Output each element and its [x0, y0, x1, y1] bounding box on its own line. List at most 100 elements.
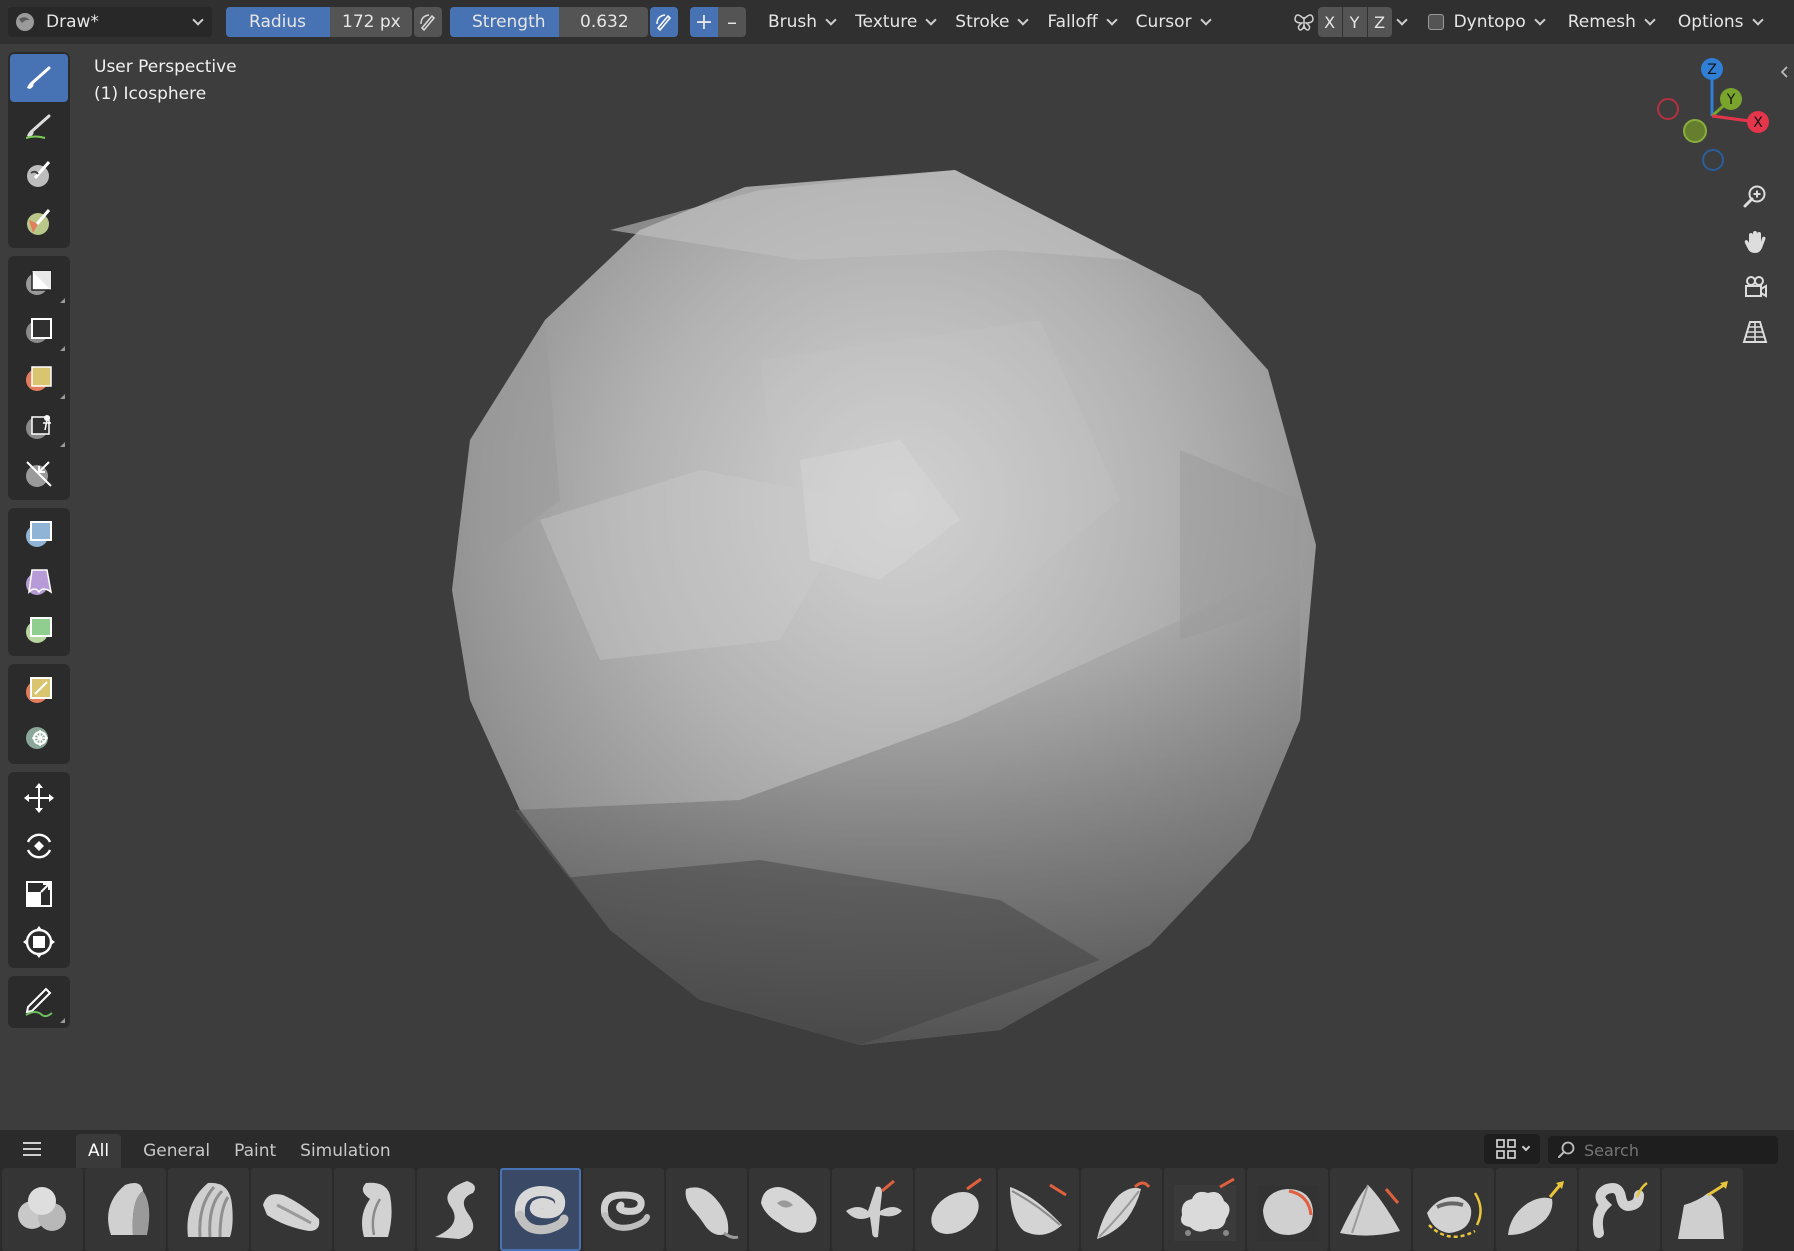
brush-thumb-flatten[interactable] — [832, 1168, 913, 1251]
strength-pressure-toggle[interactable] — [650, 7, 678, 37]
chevron-down-icon — [1644, 13, 1656, 26]
brush-thumb-elastic-deform[interactable] — [666, 1168, 747, 1251]
radius-field[interactable]: Radius 172 px — [226, 7, 412, 37]
direction-subtract-button[interactable]: – — [718, 7, 746, 37]
brush-thumb-clay-thumb[interactable] — [251, 1168, 332, 1251]
tool-rotate[interactable] — [10, 822, 68, 870]
navigation-gizmo[interactable]: Z Y X — [1648, 56, 1778, 176]
zoom-button[interactable] — [1734, 176, 1776, 218]
multires-smear-brush-icon — [1256, 1184, 1319, 1241]
symmetry-dropdown[interactable] — [1392, 7, 1412, 37]
tool-mask[interactable] — [10, 150, 68, 198]
multires-brush-icon — [1173, 1177, 1236, 1241]
mask-by-color-icon — [26, 727, 48, 749]
tab-paint[interactable]: Paint — [222, 1134, 288, 1168]
remesh-menu[interactable]: Remesh — [1558, 7, 1664, 37]
brush-thumb-pinch[interactable] — [1330, 1168, 1411, 1251]
brush-thumb-pose[interactable] — [1413, 1168, 1494, 1251]
brush-thumb-inflate[interactable] — [998, 1168, 1079, 1251]
brush-thumb-rotate[interactable] — [1496, 1168, 1577, 1251]
camera-icon — [1745, 276, 1767, 298]
brush-thumb-clay-strips[interactable] — [168, 1168, 249, 1251]
gizmo-x-label: X — [1753, 115, 1763, 131]
tool-color-filter[interactable] — [10, 606, 68, 654]
brush-thumb-multires-smear[interactable] — [1247, 1168, 1328, 1251]
tool-box-trim[interactable] — [10, 402, 68, 450]
brush-thumb-grab[interactable] — [915, 1168, 996, 1251]
tool-line-project[interactable] — [10, 450, 68, 498]
brush-selector[interactable]: Draw* — [8, 7, 212, 37]
menu-cursor[interactable]: Cursor — [1126, 7, 1220, 37]
mesh-filter-icon — [26, 521, 52, 547]
radius-pressure-toggle[interactable] — [414, 7, 442, 37]
elastic-deform-brush-icon — [685, 1186, 738, 1239]
shelf-menu-button[interactable] — [0, 1132, 64, 1166]
tool-face-set-paint[interactable] — [10, 198, 68, 246]
tool-edit-face-set[interactable] — [10, 666, 68, 714]
brush-thumb-layer[interactable] — [1081, 1168, 1162, 1251]
brush-thumb-blob[interactable] — [2, 1168, 83, 1251]
tool-box-mask[interactable] — [10, 258, 68, 306]
brush-thumb-draw[interactable] — [500, 1168, 581, 1251]
tab-simulation-label: Simulation — [300, 1141, 391, 1161]
tab-all[interactable]: All — [76, 1134, 122, 1168]
pan-button[interactable] — [1734, 221, 1776, 263]
tool-transform[interactable] — [10, 918, 68, 966]
gizmo-axis-y[interactable]: Y — [1720, 88, 1742, 110]
tool-scale[interactable] — [10, 870, 68, 918]
draw-brush-icon — [514, 1185, 568, 1234]
radius-label: Radius — [249, 12, 307, 32]
gizmo-axis-x[interactable]: X — [1747, 111, 1769, 133]
fill-brush-icon — [760, 1186, 817, 1233]
symmetry-y[interactable]: Y — [1342, 7, 1367, 37]
gizmo-axis-z[interactable]: Z — [1701, 58, 1723, 80]
dyntopo-checkbox[interactable] — [1427, 14, 1444, 30]
symmetry-toggle[interactable] — [1290, 7, 1318, 37]
options-menu[interactable]: Options — [1668, 7, 1772, 37]
brush-thumb-thumb[interactable] — [1662, 1168, 1743, 1251]
strength-field[interactable]: Strength 0.632 — [450, 7, 648, 37]
menu-brush[interactable]: Brush — [758, 7, 845, 37]
shelf-search-field[interactable] — [1548, 1136, 1778, 1164]
display-options-button[interactable] — [1484, 1134, 1540, 1164]
symmetry-z[interactable]: Z — [1367, 7, 1392, 37]
brush-thumb-fill[interactable] — [749, 1168, 830, 1251]
brush-thumb-draw-sharp[interactable] — [583, 1168, 664, 1251]
brush-thumb-snake-hook[interactable] — [1579, 1168, 1660, 1251]
tool-box-face-set[interactable] — [10, 354, 68, 402]
viewport-info: User Perspective (1) Icosphere — [94, 54, 237, 108]
brush-thumb-crease-sharp[interactable] — [417, 1168, 498, 1251]
tool-brush[interactable] — [10, 54, 68, 102]
chevron-down-icon — [1534, 13, 1546, 26]
brush-thumb-multires-displacement[interactable] — [1164, 1168, 1245, 1251]
tool-move[interactable] — [10, 774, 68, 822]
plus-icon: + — [694, 9, 714, 35]
perspective-toggle-button[interactable] — [1734, 311, 1776, 353]
symmetry-x[interactable]: X — [1317, 7, 1342, 37]
menu-texture[interactable]: Texture — [845, 7, 945, 37]
menu-falloff[interactable]: Falloff — [1037, 7, 1125, 37]
remesh-label: Remesh — [1567, 12, 1636, 32]
direction-add-button[interactable]: + — [690, 7, 718, 37]
tab-simulation[interactable]: Simulation — [288, 1134, 403, 1168]
tool-cloth-filter[interactable] — [10, 558, 68, 606]
active-object-label: (1) Icosphere — [94, 84, 207, 104]
tool-paint[interactable] — [10, 102, 68, 150]
pose-brush-icon — [1426, 1191, 1482, 1238]
tool-box-hide[interactable] — [10, 306, 68, 354]
search-input[interactable] — [1584, 1140, 1764, 1160]
zoom-magnifier-icon — [1743, 185, 1766, 208]
sidebar-toggle[interactable] — [1778, 64, 1790, 80]
tool-annotate[interactable] — [10, 978, 68, 1026]
brush-name: Draw* — [46, 12, 99, 32]
crease-sharp-brush-icon — [434, 1180, 475, 1239]
tool-mesh-filter[interactable] — [10, 510, 68, 558]
chevron-down-icon — [192, 13, 204, 26]
tab-general[interactable]: General — [131, 1134, 222, 1168]
brush-thumb-clay[interactable] — [85, 1168, 166, 1251]
brush-thumb-crease[interactable] — [334, 1168, 415, 1251]
menu-stroke[interactable]: Stroke — [945, 7, 1037, 37]
tool-mask-by-color[interactable] — [10, 714, 68, 762]
camera-view-button[interactable] — [1734, 266, 1776, 308]
dyntopo-toggle[interactable]: Dyntopo — [1418, 7, 1554, 37]
